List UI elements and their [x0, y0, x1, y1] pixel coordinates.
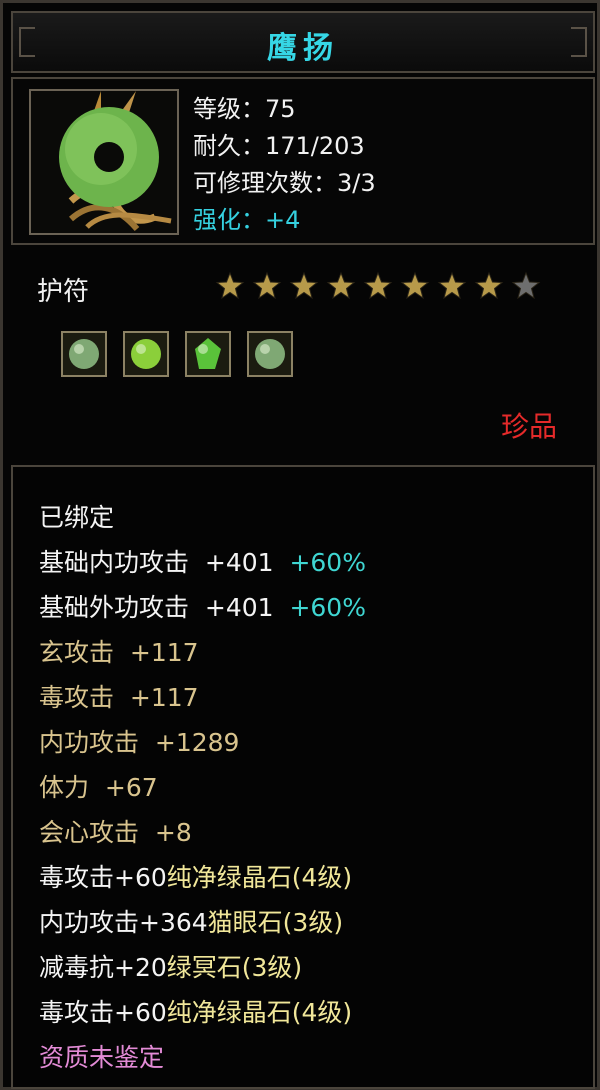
rarity-label: 珍品	[500, 410, 557, 443]
attribute-row: 毒攻击+60纯净绿晶石(4级)	[39, 990, 366, 1035]
item-stats: 等级：75 耐久：171/203 可修理次数：3/3 强化：+4	[193, 91, 376, 239]
star-filled-icon	[400, 271, 430, 300]
attribute-gem-name: 纯净绿晶石(4级)	[166, 863, 353, 892]
attribute-bonus: +60%	[273, 548, 366, 577]
repair-count-stat: 可修理次数：3/3	[193, 169, 376, 197]
attribute-bonus: +60%	[273, 593, 366, 622]
green-gem-icon[interactable]	[123, 331, 169, 377]
item-type-section: 护符 珍品	[11, 249, 595, 459]
attribute-text: 毒攻击+60	[39, 863, 167, 892]
attributes-panel: 已绑定 基础内功攻击 +401 +60% 基础外功攻击 +401 +60% 玄攻击 +…	[11, 465, 595, 1089]
attribute-row: 体力 +67	[39, 765, 366, 810]
attribute-text: 内功攻击 +1289	[39, 728, 240, 757]
white-green-gem-icon[interactable]	[61, 331, 107, 377]
attribute-text: 体力 +67	[39, 773, 158, 802]
star-filled-icon	[474, 271, 504, 300]
attribute-text: 减毒抗+20	[39, 953, 167, 982]
attribute-text: 资质未鉴定	[39, 1043, 165, 1072]
item-summary-panel: 等级：75 耐久：171/203 可修理次数：3/3 强化：+4	[11, 77, 595, 245]
attribute-row: 毒攻击 +117	[39, 675, 366, 720]
attribute-gem-name: 猫眼石(3级)	[207, 908, 344, 937]
attribute-row: 玄攻击 +117	[39, 630, 366, 675]
strength-stat: 强化：+4	[193, 206, 301, 234]
attribute-text: 内功攻击+364	[39, 908, 208, 937]
attribute-row: 会心攻击 +8	[39, 810, 366, 855]
star-filled-icon	[363, 271, 393, 300]
white-green-gem-icon[interactable]	[247, 331, 293, 377]
star-empty-icon	[511, 271, 541, 300]
attribute-text: 已绑定	[39, 503, 115, 532]
star-filled-icon	[326, 271, 356, 300]
attribute-gem-name: 纯净绿晶石(4级)	[166, 998, 353, 1027]
attribute-row: 内功攻击 +1289	[39, 720, 366, 765]
durability-stat: 耐久：171/203	[193, 132, 365, 160]
attribute-row: 减毒抗+20绿冥石(3级)	[39, 945, 366, 990]
star-filled-icon	[215, 271, 245, 300]
attribute-gem-name: 绿冥石(3级)	[166, 953, 303, 982]
item-icon-slot[interactable]	[29, 89, 179, 235]
star-filled-icon	[437, 271, 467, 300]
level-stat: 等级：75	[193, 95, 296, 123]
attribute-text: 毒攻击 +117	[39, 683, 199, 712]
attribute-row: 内功攻击+364猫眼石(3级)	[39, 900, 366, 945]
attribute-row: 已绑定	[39, 495, 366, 540]
green-crystal-icon[interactable]	[185, 331, 231, 377]
title-bar: 鹰扬	[11, 11, 595, 73]
attributes-list: 已绑定 基础内功攻击 +401 +60% 基础外功攻击 +401 +60% 玄攻击 +…	[39, 495, 366, 1080]
attribute-text: 玄攻击 +117	[39, 638, 199, 667]
attribute-text: 会心攻击 +8	[39, 818, 192, 847]
attribute-text: 基础外功攻击 +401	[39, 593, 274, 622]
jade-pendant-icon	[59, 91, 172, 231]
attribute-row: 资质未鉴定	[39, 1035, 366, 1080]
star-filled-icon	[289, 271, 319, 300]
attribute-row: 毒攻击+60纯净绿晶石(4级)	[39, 855, 366, 900]
title-ornament-right	[571, 27, 587, 57]
item-name: 鹰扬	[267, 31, 339, 66]
attribute-text: 毒攻击+60	[39, 998, 167, 1027]
attribute-row: 基础内功攻击 +401 +60%	[39, 540, 366, 585]
item-tooltip: 鹰扬 等级：75 耐久：171/203 可修理次数：3/3 强化：+4 护符 珍…	[0, 0, 600, 1090]
attribute-text: 基础内功攻击 +401	[39, 548, 274, 577]
item-type-label: 护符	[37, 277, 90, 307]
attribute-row: 基础外功攻击 +401 +60%	[39, 585, 366, 630]
star-filled-icon	[252, 271, 282, 300]
